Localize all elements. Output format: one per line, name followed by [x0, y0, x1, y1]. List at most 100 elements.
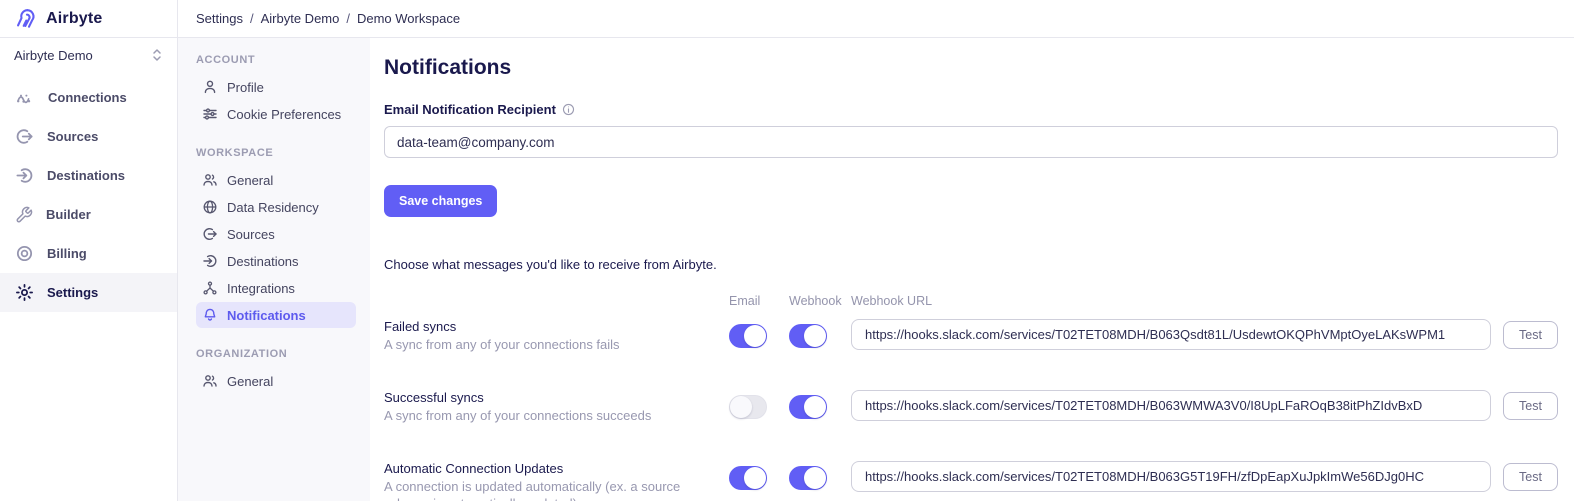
main-nav: Connections Sources Dest — [0, 78, 177, 312]
globe-icon — [202, 199, 218, 215]
failed-syncs-test-cell: Test — [1491, 319, 1558, 385]
email-recipient-input[interactable] — [384, 126, 1558, 158]
successful-syncs-email-toggle[interactable] — [729, 395, 767, 419]
settings-nav-label: General — [227, 173, 273, 188]
settings-nav-item-org-general[interactable]: General — [196, 368, 356, 394]
users-icon — [202, 172, 218, 188]
settings-nav-item-profile[interactable]: Profile — [196, 74, 356, 100]
breadcrumb-item-airbyte-demo[interactable]: Airbyte Demo — [261, 11, 340, 26]
settings-nav-label: Data Residency — [227, 200, 319, 215]
sidebar-item-sources[interactable]: Sources — [0, 117, 177, 156]
failed-syncs-email-toggle[interactable] — [729, 324, 767, 348]
user-icon — [202, 79, 218, 95]
column-spacer — [1491, 294, 1558, 305]
successful-syncs-test-button[interactable]: Test — [1503, 392, 1558, 420]
column-header-webhook-url: Webhook URL — [851, 294, 1491, 319]
failed-syncs-test-button[interactable]: Test — [1503, 321, 1558, 349]
settings-nav-item-general[interactable]: General — [196, 167, 356, 193]
section-title: WORKSPACE — [196, 147, 356, 159]
failed-syncs-email-cell — [729, 319, 789, 384]
destination-icon — [15, 166, 34, 185]
users-icon — [202, 373, 218, 389]
app-window: Airbyte Airbyte Demo — [0, 0, 1574, 501]
successful-syncs-webhook-url-input[interactable] — [851, 390, 1491, 421]
sidebar-item-label: Settings — [47, 285, 98, 300]
notifications-description: Choose what messages you'd like to recei… — [384, 257, 1558, 272]
save-changes-button[interactable]: Save changes — [384, 185, 497, 217]
settings-nav-section-organization: ORGANIZATION General — [196, 348, 356, 394]
settings-nav-label: Profile — [227, 80, 264, 95]
successful-syncs-webhook-cell — [789, 390, 851, 455]
toggle-knob — [804, 396, 826, 418]
airbyte-octopus-icon — [14, 6, 39, 31]
settings-nav: ACCOUNT Profile — [178, 38, 370, 501]
brand-logo[interactable]: Airbyte — [0, 0, 177, 38]
section-title: ORGANIZATION — [196, 348, 356, 360]
settings-nav-item-data-residency[interactable]: Data Residency — [196, 194, 356, 220]
settings-nav-item-integrations[interactable]: Integrations — [196, 275, 356, 301]
breadcrumb-item-settings[interactable]: Settings — [196, 11, 243, 26]
notification-title: Automatic Connection Updates — [384, 461, 729, 476]
main-sidebar: Airbyte Airbyte Demo — [0, 0, 178, 501]
chevron-updown-icon — [151, 48, 163, 62]
notifications-page: Notifications Email Notification Recipie… — [370, 38, 1574, 501]
sliders-icon — [202, 106, 218, 122]
table-row-successful-syncs-label: Successful syncs A sync from any of your… — [384, 390, 729, 461]
column-header-email: Email — [729, 294, 789, 319]
settings-nav-item-sources[interactable]: Sources — [196, 221, 356, 247]
sidebar-item-connections[interactable]: Connections — [0, 78, 177, 117]
breadcrumb-item-demo-workspace[interactable]: Demo Workspace — [357, 11, 460, 26]
bell-icon — [202, 307, 218, 323]
settings-nav-item-destinations[interactable]: Destinations — [196, 248, 356, 274]
workspace-name: Airbyte Demo — [14, 48, 93, 63]
notification-subtitle: A sync from any of your connections succ… — [384, 408, 729, 425]
auto-updates-test-button[interactable]: Test — [1503, 463, 1558, 491]
auto-updates-webhook-url-input[interactable] — [851, 461, 1491, 492]
workspace-selector[interactable]: Airbyte Demo — [0, 38, 177, 72]
successful-syncs-test-cell: Test — [1491, 390, 1558, 456]
failed-syncs-webhook-toggle[interactable] — [789, 324, 827, 348]
sidebar-item-label: Connections — [48, 90, 127, 105]
sidebar-item-builder[interactable]: Builder — [0, 195, 177, 234]
auto-updates-test-cell: Test — [1491, 461, 1558, 501]
notification-subtitle: A connection is updated automatically (e… — [384, 479, 729, 501]
toggle-knob — [744, 467, 766, 489]
failed-syncs-url-cell — [851, 319, 1491, 386]
toggle-knob — [730, 396, 752, 418]
notification-subtitle: A sync from any of your connections fail… — [384, 337, 729, 354]
auto-updates-webhook-toggle[interactable] — [789, 466, 827, 490]
integrations-icon — [202, 280, 218, 296]
sidebar-item-settings[interactable]: Settings — [0, 273, 177, 312]
settings-nav-label: Cookie Preferences — [227, 107, 341, 122]
brand-name: Airbyte — [46, 10, 103, 28]
source-icon — [15, 127, 34, 146]
sidebar-item-billing[interactable]: Billing — [0, 234, 177, 273]
table-row-automatic-connection-updates-label: Automatic Connection Updates A connectio… — [384, 461, 729, 501]
auto-updates-webhook-cell — [789, 461, 851, 501]
auto-updates-email-toggle[interactable] — [729, 466, 767, 490]
settings-nav-item-notifications[interactable]: Notifications — [196, 302, 356, 328]
toggle-knob — [804, 467, 826, 489]
sidebar-item-label: Billing — [47, 246, 87, 261]
gear-icon — [15, 283, 34, 302]
settings-nav-item-cookie-preferences[interactable]: Cookie Preferences — [196, 101, 356, 127]
toggle-knob — [744, 325, 766, 347]
billing-icon — [15, 244, 34, 263]
column-spacer — [384, 294, 729, 305]
sidebar-item-destinations[interactable]: Destinations — [0, 156, 177, 195]
settings-nav-label: Notifications — [227, 308, 306, 323]
successful-syncs-url-cell — [851, 390, 1491, 457]
settings-nav-label: Sources — [227, 227, 275, 242]
failed-syncs-webhook-url-input[interactable] — [851, 319, 1491, 350]
table-row-failed-syncs-label: Failed syncs A sync from any of your con… — [384, 319, 729, 390]
section-title: ACCOUNT — [196, 54, 356, 66]
notification-title: Failed syncs — [384, 319, 729, 334]
settings-nav-section-account: ACCOUNT Profile — [196, 54, 356, 127]
breadcrumb-separator: / — [346, 11, 350, 26]
sidebar-item-label: Builder — [46, 207, 91, 222]
page-title: Notifications — [384, 56, 1558, 80]
successful-syncs-webhook-toggle[interactable] — [789, 395, 827, 419]
settings-nav-section-workspace: WORKSPACE General — [196, 147, 356, 328]
auto-updates-email-cell — [729, 461, 789, 501]
settings-nav-label: General — [227, 374, 273, 389]
